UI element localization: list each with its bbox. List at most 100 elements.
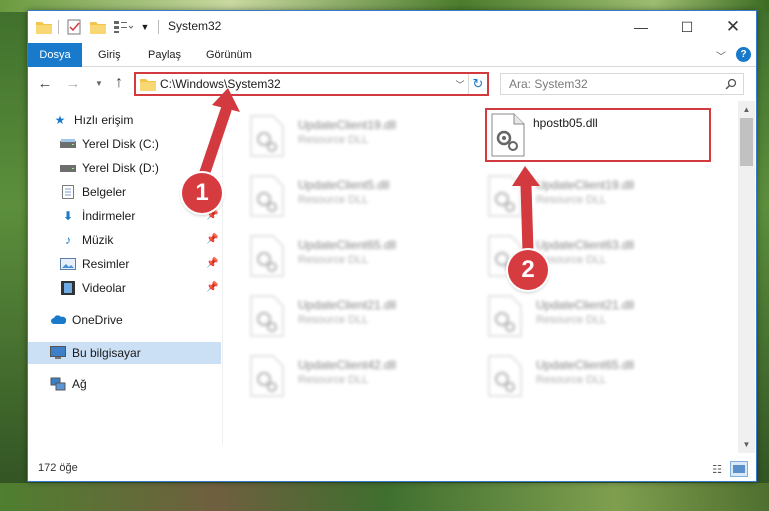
file-name: hpostb05.dll (533, 116, 598, 130)
file-item[interactable]: UpdateClient5.dll Resource DLL (224, 171, 454, 223)
new-folder-icon[interactable] (90, 18, 106, 36)
sidebar-item-music[interactable]: ♪ Müzik 📌 (28, 229, 221, 251)
sidebar-item-label: Ağ (72, 377, 87, 391)
minimize-button[interactable]: — (618, 11, 664, 43)
dll-file-icon (250, 355, 286, 399)
dll-file-icon (250, 235, 286, 279)
dll-file-icon (250, 115, 286, 159)
video-icon (60, 280, 76, 296)
file-name: UpdateClient65.dll (536, 358, 635, 372)
address-dropdown-chevron-icon[interactable]: ﹀ (454, 76, 466, 92)
tab-share[interactable]: Paylaş (138, 43, 191, 67)
file-item[interactable]: UpdateClient65.dll Resource DLL (462, 351, 692, 403)
file-type: Resource DLL (536, 374, 607, 386)
search-placeholder: Ara: System32 (509, 77, 588, 91)
sidebar-item-label: Yerel Disk (D:) (82, 161, 159, 175)
computer-icon (50, 345, 66, 361)
folder-icon (140, 77, 156, 91)
title-bar: ▼ System32 — ☐ ✕ (28, 11, 756, 43)
sidebar-item-onedrive[interactable]: OneDrive (28, 309, 221, 331)
file-item[interactable]: UpdateClient42.dll Resource DLL (224, 351, 454, 403)
file-item[interactable]: UpdateClient19.dll Resource DLL (462, 171, 692, 223)
drive-icon (60, 160, 76, 176)
file-item[interactable]: UpdateClient63.dll Resource DLL (462, 231, 692, 283)
sidebar-item-label: Müzik (82, 233, 114, 247)
help-icon[interactable]: ? (736, 47, 751, 62)
dll-file-icon (491, 113, 527, 157)
file-name: UpdateClient19.dll (536, 178, 635, 192)
scroll-thumb[interactable] (740, 118, 753, 166)
sidebar-item-label: Yerel Disk (C:) (82, 137, 159, 151)
vertical-scrollbar[interactable]: ▲ ▼ (738, 101, 755, 453)
maximize-button[interactable]: ☐ (664, 11, 710, 43)
tab-file[interactable]: Dosya (28, 43, 82, 67)
navigation-bar: ← → ▼ ↑ C:\Windows\System32 ﹀ ↻ Ara: Sys… (28, 68, 756, 98)
download-icon: ⬇ (62, 209, 74, 223)
star-icon: ★ (54, 113, 66, 127)
highlighted-file-item[interactable]: hpostb05.dll (485, 108, 711, 162)
pin-icon[interactable]: 📌 (206, 282, 218, 293)
forward-arrow-icon[interactable]: → (64, 73, 82, 93)
tab-view[interactable]: Görünüm (196, 43, 262, 67)
dll-file-icon (488, 175, 524, 219)
sidebar-item-videos[interactable]: Videolar 📌 (28, 277, 221, 299)
details-view-icon[interactable]: ☷ (708, 461, 726, 477)
picture-icon (60, 256, 76, 272)
sidebar-item-label: Resimler (82, 257, 130, 271)
pane-divider (222, 105, 223, 445)
ribbon-tabs: Dosya Giriş Paylaş Görünüm ﹀ ? (28, 43, 756, 67)
file-explorer-window: ▼ System32 — ☐ ✕ Dosya Giriş Paylaş Görü… (27, 10, 757, 482)
music-icon: ♪ (65, 233, 71, 247)
sidebar-item-label: OneDrive (72, 313, 123, 327)
sidebar-item-label: Hızlı erişim (74, 113, 134, 127)
properties-icon[interactable] (66, 18, 82, 36)
file-item[interactable]: UpdateClient21.dll Resource DLL (224, 291, 454, 343)
file-item[interactable]: UpdateClient65.dll Resource DLL (224, 231, 454, 283)
document-icon (60, 184, 76, 200)
pin-icon[interactable]: 📌 (206, 234, 218, 245)
expand-ribbon-chevron-icon[interactable]: ﹀ (714, 47, 728, 63)
file-name: UpdateClient42.dll (298, 358, 397, 372)
file-type: Resource DLL (298, 374, 369, 386)
file-type: Resource DLL (298, 254, 369, 266)
refresh-icon[interactable]: ↻ (468, 74, 487, 94)
dll-file-icon (488, 295, 524, 339)
pin-icon[interactable]: 📌 (206, 258, 218, 269)
tab-home[interactable]: Giriş (88, 43, 131, 67)
file-type: Resource DLL (536, 314, 607, 326)
file-list: UpdateClient19.dll Resource DLL UpdateCl… (224, 105, 738, 445)
scroll-down-icon[interactable]: ▼ (738, 436, 755, 453)
sidebar-item-pictures[interactable]: Resimler 📌 (28, 253, 221, 275)
sidebar-item-quick-access[interactable]: ★ Hızlı erişim (28, 109, 221, 131)
large-icons-view-icon[interactable] (730, 461, 748, 477)
folder-icon (36, 18, 52, 36)
window-title: System32 (168, 19, 222, 33)
up-arrow-icon[interactable]: ↑ (110, 73, 128, 93)
file-name: UpdateClient63.dll (536, 238, 635, 252)
sidebar-item-local-disk-c[interactable]: Yerel Disk (C:) (28, 133, 221, 155)
back-arrow-icon[interactable]: ← (36, 73, 54, 93)
cloud-icon (50, 312, 66, 328)
file-name: UpdateClient21.dll (298, 298, 397, 312)
sidebar-item-this-pc[interactable]: Bu bilgisayar (28, 342, 221, 364)
drive-icon (60, 136, 76, 152)
search-input[interactable]: Ara: System32 (500, 73, 744, 95)
sidebar-item-label: Bu bilgisayar (72, 346, 141, 360)
scroll-up-icon[interactable]: ▲ (738, 101, 755, 118)
item-count: 172 öğe (38, 462, 78, 474)
address-path[interactable]: C:\Windows\System32 (160, 77, 281, 91)
recent-locations-chevron-icon[interactable]: ▼ (90, 73, 108, 93)
file-item[interactable]: UpdateClient19.dll Resource DLL (224, 111, 454, 163)
file-name: UpdateClient19.dll (298, 118, 397, 132)
navigation-pane: ★ Hızlı erişim Yerel Disk (C:) Yerel Dis… (28, 105, 221, 445)
file-item[interactable]: UpdateClient21.dll Resource DLL (462, 291, 692, 343)
close-button[interactable]: ✕ (710, 11, 756, 43)
toolbar-separator (158, 20, 159, 34)
view-options-icon[interactable] (112, 18, 134, 36)
file-name: UpdateClient65.dll (298, 238, 397, 252)
file-type: Resource DLL (536, 194, 607, 206)
customize-toolbar-dropdown-icon[interactable]: ▼ (140, 18, 150, 36)
sidebar-item-network[interactable]: Ağ (28, 373, 221, 395)
search-icon[interactable] (723, 76, 739, 92)
address-bar[interactable]: C:\Windows\System32 ﹀ ↻ (134, 72, 489, 96)
